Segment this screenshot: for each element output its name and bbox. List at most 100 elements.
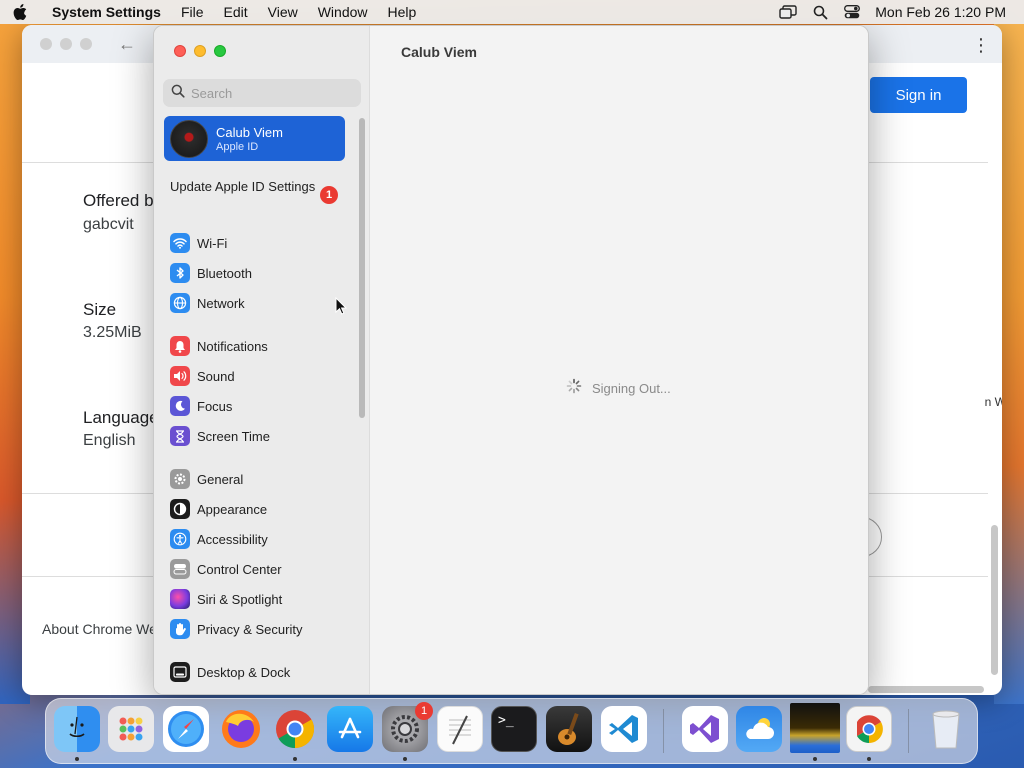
bluetooth-icon [170, 263, 190, 283]
search-field[interactable] [163, 79, 361, 107]
more-menu-icon[interactable]: ⋮ [972, 35, 990, 56]
back-arrow-icon[interactable]: ← [118, 34, 136, 55]
language-value: English [83, 432, 136, 449]
sign-in-button[interactable]: Sign in [870, 77, 967, 113]
sidebar-item-focus[interactable]: Focus [170, 394, 232, 418]
about-chrome-web-store-link[interactable]: About Chrome We [42, 621, 157, 637]
account-subtitle: Apple ID [216, 140, 259, 153]
partial-text: n W [984, 395, 1002, 409]
sidebar-item-label: Appearance [197, 501, 268, 517]
dock-icon [170, 662, 190, 682]
running-indicator [867, 757, 871, 761]
launchpad-icon[interactable] [108, 706, 154, 752]
sidebar-item-bluetooth[interactable]: Bluetooth [170, 261, 252, 285]
sidebar-item-general[interactable]: General [170, 467, 243, 491]
sidebar-item-label: Desktop & Dock [197, 664, 291, 680]
signing-out-status: Signing Out... [566, 378, 671, 399]
settings-content-pane: Calub Viem Signing Out... [371, 26, 868, 694]
sidebar-item-label: Network [197, 295, 245, 311]
page-title: Calub Viem [401, 44, 477, 60]
firefox-icon[interactable] [218, 706, 264, 752]
running-indicator [403, 757, 407, 761]
spinner-icon [566, 378, 582, 399]
sidebar-item-label: Screen Time [197, 428, 270, 444]
zoom-button[interactable] [214, 45, 226, 57]
minimize-button[interactable] [194, 45, 206, 57]
menu-app-name[interactable]: System Settings [40, 4, 171, 20]
search-input[interactable] [191, 85, 351, 101]
garageband-icon[interactable] [546, 706, 592, 752]
horizontal-scrollbar[interactable] [868, 686, 984, 693]
sidebar-item-network[interactable]: Network [170, 291, 245, 315]
sidebar-item-sound[interactable]: Sound [170, 364, 235, 388]
apple-menu-icon[interactable] [0, 4, 40, 20]
wifi-icon [170, 233, 190, 253]
sidebar-item-screen-time[interactable]: Screen Time [170, 424, 270, 448]
menu-help[interactable]: Help [378, 4, 427, 20]
sidebar-item-label: Accessibility [197, 531, 268, 547]
sidebar-item-accessibility[interactable]: Accessibility [170, 527, 268, 551]
running-indicator [293, 757, 297, 761]
close-button[interactable] [174, 45, 186, 57]
sidebar-item-label: Sound [197, 368, 235, 384]
sidebar-item-privacy-security[interactable]: Privacy & Security [170, 617, 302, 641]
sidebar-item-appearance[interactable]: Appearance [170, 497, 267, 521]
control-center-icon[interactable] [843, 4, 861, 20]
menu-file[interactable]: File [171, 4, 214, 20]
chrome-web-app-icon[interactable] [846, 706, 892, 752]
sidebar-item-label: General [197, 471, 244, 487]
sidebar-item-label: Focus [197, 398, 233, 414]
offered-by-value: gabcvit [83, 216, 134, 233]
menu-datetime[interactable]: Mon Feb 26 1:20 PM [875, 4, 1006, 20]
sidebar-item-siri-spotlight[interactable]: Siri & Spotlight [170, 587, 282, 611]
image-preview-icon[interactable] [790, 703, 840, 753]
sidebar-scrollbar[interactable] [359, 118, 365, 418]
trash-icon[interactable] [923, 706, 969, 752]
safari-icon[interactable] [163, 706, 209, 752]
avatar [170, 119, 208, 158]
account-name: Calub Viem [216, 124, 283, 140]
sidebar-item-label: Siri & Spotlight [197, 591, 283, 607]
dock-separator [663, 709, 664, 753]
apple-id-account-item[interactable]: Calub Viem Apple ID [164, 116, 345, 161]
notification-badge: 1 [320, 186, 338, 204]
hand-icon [170, 619, 190, 639]
app-store-icon[interactable] [327, 706, 373, 752]
sidebar-item-control-center[interactable]: Control Center [170, 557, 282, 581]
status-text: Signing Out... [592, 381, 671, 396]
textedit-icon[interactable] [437, 706, 483, 752]
appearance-icon [170, 499, 190, 519]
spotlight-search-icon[interactable] [811, 4, 829, 20]
dock-badge: 1 [415, 702, 433, 720]
chrome-icon[interactable] [272, 706, 318, 752]
offered-by-label: Offered b [83, 191, 154, 210]
sidebar-item-label: Bluetooth [197, 265, 252, 281]
dock: 1 >_ [45, 698, 978, 764]
dock-separator [908, 709, 909, 753]
mouse-cursor-icon [335, 296, 348, 320]
size-value: 3.25MiB [83, 324, 142, 341]
finder-icon[interactable] [54, 706, 100, 752]
screen-mirroring-icon[interactable] [779, 4, 797, 20]
sidebar-item-label: Notifications [197, 338, 268, 354]
language-label: Language [83, 408, 159, 427]
system-settings-window: Calub Viem Apple ID Update Apple ID Sett… [153, 25, 869, 695]
sidebar-item-label: Privacy & Security [197, 621, 303, 637]
terminal-icon[interactable]: >_ [491, 706, 537, 752]
menu-window[interactable]: Window [308, 4, 378, 20]
vscode-icon[interactable] [601, 706, 647, 752]
sidebar-item-notifications[interactable]: Notifications [170, 334, 268, 358]
menu-bar: System Settings File Edit View Window He… [0, 0, 1024, 24]
menu-edit[interactable]: Edit [214, 4, 258, 20]
accessibility-icon [170, 529, 190, 549]
weather-icon[interactable] [736, 706, 782, 752]
sidebar-item-wifi[interactable]: Wi-Fi [170, 231, 227, 255]
control-center-icon [170, 559, 190, 579]
running-indicator [813, 757, 817, 761]
vertical-scrollbar[interactable] [991, 525, 998, 675]
visual-studio-icon[interactable] [682, 706, 728, 752]
sidebar-item-desktop-dock[interactable]: Desktop & Dock [170, 660, 290, 684]
chrome-window-controls[interactable] [40, 38, 92, 50]
menu-view[interactable]: View [258, 4, 308, 20]
sidebar-item-label: Control Center [197, 561, 282, 577]
